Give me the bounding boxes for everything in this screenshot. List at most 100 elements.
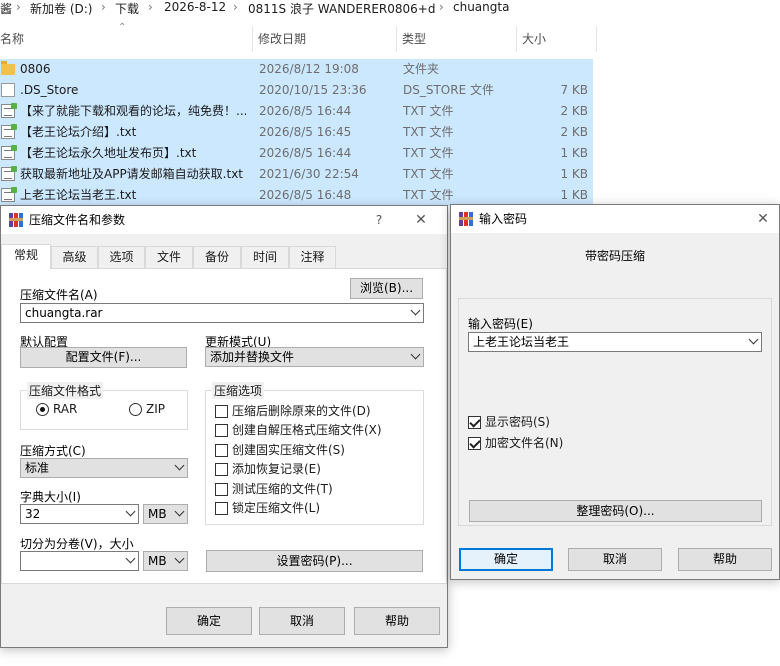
folder-icon	[1, 61, 15, 75]
breadcrumb: 酱 › 新加卷 (D:) › 下载 › 2026-8-12 › 0811S 浪子…	[0, 0, 780, 16]
chevron-down-icon[interactable]	[125, 553, 136, 564]
password-ok-button[interactable]: 确定	[459, 548, 553, 571]
archive-name-value: chuangta.rar	[25, 306, 103, 320]
option-label: 添加恢复记录(E)	[232, 462, 321, 476]
close-icon[interactable]: ✕	[407, 206, 435, 234]
set-password-button[interactable]: 设置密码(P)...	[206, 550, 423, 572]
compression-method-select[interactable]: 标准	[20, 458, 188, 478]
file-size: 1 KB	[560, 188, 588, 202]
organize-passwords-button[interactable]: 整理密码(O)...	[469, 500, 762, 522]
option-label: 测试压缩的文件(T)	[232, 482, 333, 496]
file-size: 7 KB	[560, 83, 588, 97]
file-name: 【来了就能下载和观看的论坛，纯免费！...	[20, 104, 246, 118]
file-row[interactable]: .DS_Store 2020/10/15 23:36 DS_STORE 文件 7…	[0, 80, 593, 101]
file-type: TXT 文件	[403, 167, 454, 181]
tab-backup[interactable]: 备份	[193, 246, 241, 268]
radio-checked-icon	[36, 403, 49, 416]
txt-file-icon	[1, 166, 17, 181]
split-unit-select[interactable]: MB	[143, 551, 188, 571]
file-row[interactable]: 【老王论坛介绍】.txt 2026/8/5 16:45 TXT 文件 2 KB	[0, 122, 593, 143]
file-row[interactable]: 【老王论坛永久地址发布页】.txt 2026/8/5 16:44 TXT 文件 …	[0, 143, 593, 164]
dictionary-unit-value: MB	[148, 507, 167, 521]
file-size: 1 KB	[560, 167, 588, 181]
update-mode-value: 添加并替换文件	[210, 350, 295, 364]
chevron-down-icon[interactable]	[125, 506, 136, 517]
file-row[interactable]: 【来了就能下载和观看的论坛，纯免费！... 2026/8/5 16:44 TXT…	[0, 101, 593, 122]
checkbox-icon	[215, 502, 228, 515]
tab-files[interactable]: 文件	[145, 246, 193, 268]
profiles-button[interactable]: 配置文件(F)...	[20, 347, 187, 368]
chevron-down-icon[interactable]	[174, 553, 185, 564]
enter-password-label: 输入密码(E)	[468, 317, 533, 331]
tab-time[interactable]: 时间	[241, 246, 289, 268]
txt-file-icon	[1, 145, 17, 160]
archive-dialog-titlebar[interactable]: 压缩文件名和参数 ? ✕	[1, 206, 447, 234]
dictionary-size-combo[interactable]: 32	[20, 504, 139, 524]
column-type[interactable]: 类型	[398, 26, 513, 52]
column-size[interactable]: 大小	[518, 26, 596, 52]
split-volumes-label: 切分为分卷(V)，大小	[20, 537, 134, 551]
help-icon[interactable]: ?	[365, 206, 393, 234]
checkbox-checked-icon	[468, 437, 481, 450]
format-zip-label: ZIP	[146, 402, 165, 416]
password-combo[interactable]: 上老王论坛当老王	[468, 332, 762, 352]
checkbox-icon	[215, 405, 228, 418]
split-size-combo[interactable]	[20, 551, 139, 571]
file-date: 2021/6/30 22:54	[259, 167, 359, 181]
password-dialog-titlebar[interactable]: 输入密码 ✕	[451, 205, 779, 233]
column-separator	[396, 26, 397, 52]
file-type: TXT 文件	[403, 188, 454, 202]
breadcrumb-item[interactable]: chuangta	[453, 0, 509, 14]
column-separator	[252, 26, 253, 52]
breadcrumb-item[interactable]: 下载	[115, 0, 139, 17]
password-help-button[interactable]: 帮助	[678, 548, 772, 571]
breadcrumb-item[interactable]: 新加卷 (D:)	[30, 0, 92, 17]
checkbox-icon	[215, 424, 228, 437]
file-size: 2 KB	[560, 104, 588, 118]
column-separator	[596, 26, 597, 52]
file-row[interactable]: 0806 2026/8/12 19:08 文件夹	[0, 59, 593, 80]
chevron-down-icon[interactable]	[174, 460, 185, 471]
chevron-down-icon[interactable]	[748, 334, 759, 345]
file-row[interactable]: 上老王论坛当老王.txt 2026/8/5 16:48 TXT 文件 1 KB	[0, 185, 593, 206]
file-date: 2026/8/5 16:44	[259, 104, 352, 118]
file-date: 2020/10/15 23:36	[259, 83, 367, 97]
checkbox-icon	[215, 444, 228, 457]
file-name: 获取最新地址及APP请发邮箱自动获取.txt	[20, 167, 244, 181]
file-row[interactable]: 获取最新地址及APP请发邮箱自动获取.txt 2021/6/30 22:54 T…	[0, 164, 593, 185]
column-separator	[516, 26, 517, 52]
ok-button[interactable]: 确定	[166, 607, 252, 635]
chevron-down-icon[interactable]	[410, 349, 421, 360]
breadcrumb-item[interactable]: 酱	[0, 0, 12, 17]
checkbox-checked-icon	[468, 416, 481, 429]
winrar-icon	[459, 212, 473, 226]
file-type: TXT 文件	[403, 104, 454, 118]
option-label: 创建自解压格式压缩文件(X)	[232, 423, 382, 437]
column-date[interactable]: 修改日期	[254, 26, 394, 52]
tab-options[interactable]: 选项	[98, 246, 145, 268]
tab-comment[interactable]: 注释	[289, 246, 336, 268]
column-name[interactable]: 名称	[0, 26, 246, 52]
archive-name-combo[interactable]: chuangta.rar	[20, 303, 424, 323]
compression-method-label: 压缩方式(C)	[20, 444, 86, 458]
chevron-down-icon[interactable]	[174, 506, 185, 517]
password-cancel-button[interactable]: 取消	[568, 548, 662, 571]
file-name: .DS_Store	[20, 83, 79, 97]
dictionary-size-label: 字典大小(I)	[20, 490, 81, 504]
breadcrumb-item[interactable]: 2026-8-12	[164, 0, 226, 14]
close-icon[interactable]: ✕	[749, 205, 777, 233]
dictionary-unit-select[interactable]: MB	[143, 504, 188, 524]
tab-advanced[interactable]: 高级	[51, 246, 98, 268]
file-date: 2026/8/12 19:08	[259, 62, 359, 76]
archive-name-label: 压缩文件名(A)	[20, 288, 98, 302]
file-type: TXT 文件	[403, 146, 454, 160]
breadcrumb-item[interactable]: 0811S 浪子 WANDERER0806+d	[248, 0, 435, 17]
browse-button[interactable]: 浏览(B)...	[350, 278, 423, 299]
help-button[interactable]: 帮助	[354, 607, 440, 635]
file-icon	[1, 83, 15, 97]
cancel-button[interactable]: 取消	[259, 607, 345, 635]
archive-dialog-title: 压缩文件名和参数	[29, 213, 126, 227]
update-mode-select[interactable]: 添加并替换文件	[205, 347, 424, 367]
tab-general[interactable]: 常规	[1, 244, 51, 269]
chevron-down-icon[interactable]	[410, 305, 421, 316]
